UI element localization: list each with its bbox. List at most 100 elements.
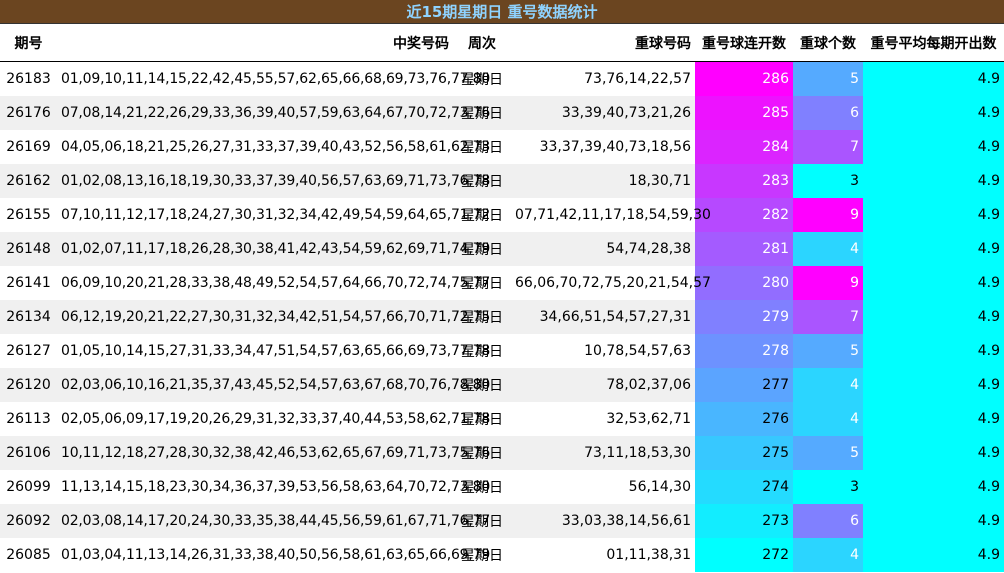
repeat-numbers-cell: 32,53,62,71 <box>511 402 695 436</box>
table-row: 26162 01,02,08,13,16,18,19,30,33,37,39,40… <box>0 164 1004 198</box>
winning-numbers-cell: 06,12,19,20,21,22,27,30,31,32,34,42,51,5… <box>57 300 490 334</box>
winning-numbers-cell: 01,03,04,11,13,14,26,31,33,38,40,50,56,5… <box>57 538 490 572</box>
repeat-numbers-cell: 01,11,38,31 <box>511 538 695 572</box>
average-cell: 4.9 <box>863 402 1004 436</box>
weekday-cell: 星期日 <box>453 368 511 402</box>
streak-cell: 279 <box>695 300 793 334</box>
issue-cell: 26106 <box>0 436 57 470</box>
table-row: 26134 06,12,19,20,21,22,27,30,31,32,34,42… <box>0 300 1004 334</box>
winning-numbers-cell: 01,02,08,13,16,18,19,30,33,37,39,40,56,5… <box>57 164 490 198</box>
repeat-numbers-cell: 66,06,70,72,75,20,21,54,57 <box>511 266 711 300</box>
header-average: 重号平均每期开出数 <box>863 24 1004 62</box>
streak-cell: 272 <box>695 538 793 572</box>
weekday-cell: 星期日 <box>453 266 511 300</box>
average-cell: 4.9 <box>863 300 1004 334</box>
table-row: 26099 11,13,14,15,18,23,30,34,36,37,39,53… <box>0 470 1004 504</box>
issue-cell: 26141 <box>0 266 57 300</box>
winning-numbers-cell: 04,05,06,18,21,25,26,27,31,33,37,39,40,4… <box>57 130 490 164</box>
repeat-numbers-cell: 33,37,39,40,73,18,56 <box>511 130 695 164</box>
issue-cell: 26176 <box>0 96 57 130</box>
table-row: 26169 04,05,06,18,21,25,26,27,31,33,37,39… <box>0 130 1004 164</box>
average-cell: 4.9 <box>863 61 1004 96</box>
repeat-count-cell: 5 <box>793 61 863 96</box>
repeat-count-cell: 4 <box>793 402 863 436</box>
weekday-cell: 星期日 <box>453 232 511 266</box>
header-issue: 期号 <box>0 24 57 62</box>
repeat-count-cell: 6 <box>793 96 863 130</box>
winning-numbers-cell: 01,02,07,11,17,18,26,28,30,38,41,42,43,5… <box>57 232 490 266</box>
streak-cell: 274 <box>695 470 793 504</box>
weekday-cell: 星期日 <box>453 470 511 504</box>
table-row: 26092 02,03,08,14,17,20,24,30,33,35,38,44… <box>0 504 1004 538</box>
issue-cell: 26148 <box>0 232 57 266</box>
repeat-count-cell: 4 <box>793 232 863 266</box>
weekday-cell: 星期日 <box>453 198 511 232</box>
repeat-numbers-cell: 73,76,14,22,57 <box>511 61 695 96</box>
streak-cell: 275 <box>695 436 793 470</box>
issue-cell: 26099 <box>0 470 57 504</box>
issue-cell: 26155 <box>0 198 57 232</box>
issue-cell: 26127 <box>0 334 57 368</box>
weekday-cell: 星期日 <box>453 96 511 130</box>
weekday-cell: 星期日 <box>453 61 511 96</box>
table-row: 26106 10,11,12,18,27,28,30,32,38,42,46,53… <box>0 436 1004 470</box>
winning-numbers-cell: 07,08,14,21,22,26,29,33,36,39,40,57,59,6… <box>57 96 490 130</box>
header-streak: 重号球连开数 <box>695 24 793 62</box>
repeat-numbers-cell: 07,71,42,11,17,18,54,59,30 <box>511 198 711 232</box>
repeat-numbers-cell: 54,74,28,38 <box>511 232 695 266</box>
winning-numbers-cell: 01,09,10,11,14,15,22,42,45,55,57,62,65,6… <box>57 61 490 96</box>
weekday-cell: 星期日 <box>453 538 511 572</box>
winning-numbers-cell: 06,09,10,20,21,28,33,38,48,49,52,54,57,6… <box>57 266 490 300</box>
repeat-numbers-cell: 56,14,30 <box>511 470 695 504</box>
winning-numbers-cell: 02,03,08,14,17,20,24,30,33,35,38,44,45,5… <box>57 504 490 538</box>
average-cell: 4.9 <box>863 130 1004 164</box>
repeat-numbers-cell: 18,30,71 <box>511 164 695 198</box>
issue-cell: 26169 <box>0 130 57 164</box>
table-title: 近15期星期日 重号数据统计 <box>0 0 1004 24</box>
repeat-count-cell: 5 <box>793 334 863 368</box>
streak-cell: 286 <box>695 61 793 96</box>
repeat-count-cell: 9 <box>793 266 863 300</box>
weekday-cell: 星期日 <box>453 334 511 368</box>
table-row: 26183 01,09,10,11,14,15,22,42,45,55,57,62… <box>0 61 1004 96</box>
winning-numbers-cell: 01,05,10,14,15,27,31,33,34,47,51,54,57,6… <box>57 334 490 368</box>
average-cell: 4.9 <box>863 504 1004 538</box>
repeat-count-cell: 4 <box>793 538 863 572</box>
table-row: 26113 02,05,06,09,17,19,20,26,29,31,32,33… <box>0 402 1004 436</box>
streak-cell: 281 <box>695 232 793 266</box>
repeat-numbers-cell: 73,11,18,53,30 <box>511 436 695 470</box>
repeat-numbers-cell: 10,78,54,57,63 <box>511 334 695 368</box>
header-winning-numbers: 中奖号码 <box>57 24 453 62</box>
table-row: 26155 07,10,11,12,17,18,24,27,30,31,32,34… <box>0 198 1004 232</box>
repeat-count-cell: 9 <box>793 198 863 232</box>
repeat-stats-table: 期号 中奖号码 周次 重球号码 重号球连开数 重球个数 重号平均每期开出数 26… <box>0 24 1004 572</box>
average-cell: 4.9 <box>863 164 1004 198</box>
average-cell: 4.9 <box>863 232 1004 266</box>
weekday-cell: 星期日 <box>453 130 511 164</box>
issue-cell: 26085 <box>0 538 57 572</box>
streak-cell: 273 <box>695 504 793 538</box>
winning-numbers-cell: 07,10,11,12,17,18,24,27,30,31,32,34,42,4… <box>57 198 490 232</box>
repeat-count-cell: 5 <box>793 436 863 470</box>
header-weekday: 周次 <box>453 24 511 62</box>
table-row: 26148 01,02,07,11,17,18,26,28,30,38,41,42… <box>0 232 1004 266</box>
repeat-count-cell: 3 <box>793 164 863 198</box>
repeat-numbers-cell: 33,03,38,14,56,61 <box>511 504 695 538</box>
average-cell: 4.9 <box>863 538 1004 572</box>
table-row: 26127 01,05,10,14,15,27,31,33,34,47,51,54… <box>0 334 1004 368</box>
average-cell: 4.9 <box>863 266 1004 300</box>
winning-numbers-cell: 02,03,06,10,16,21,35,37,43,45,52,54,57,6… <box>57 368 490 402</box>
average-cell: 4.9 <box>863 470 1004 504</box>
average-cell: 4.9 <box>863 436 1004 470</box>
average-cell: 4.9 <box>863 368 1004 402</box>
repeat-numbers-cell: 78,02,37,06 <box>511 368 695 402</box>
issue-cell: 26120 <box>0 368 57 402</box>
average-cell: 4.9 <box>863 334 1004 368</box>
winning-numbers-cell: 10,11,12,18,27,28,30,32,38,42,46,53,62,6… <box>57 436 490 470</box>
table-row: 26120 02,03,06,10,16,21,35,37,43,45,52,54… <box>0 368 1004 402</box>
winning-numbers-cell: 02,05,06,09,17,19,20,26,29,31,32,33,37,4… <box>57 402 490 436</box>
issue-cell: 26183 <box>0 61 57 96</box>
streak-cell: 284 <box>695 130 793 164</box>
issue-cell: 26162 <box>0 164 57 198</box>
repeat-count-cell: 4 <box>793 368 863 402</box>
